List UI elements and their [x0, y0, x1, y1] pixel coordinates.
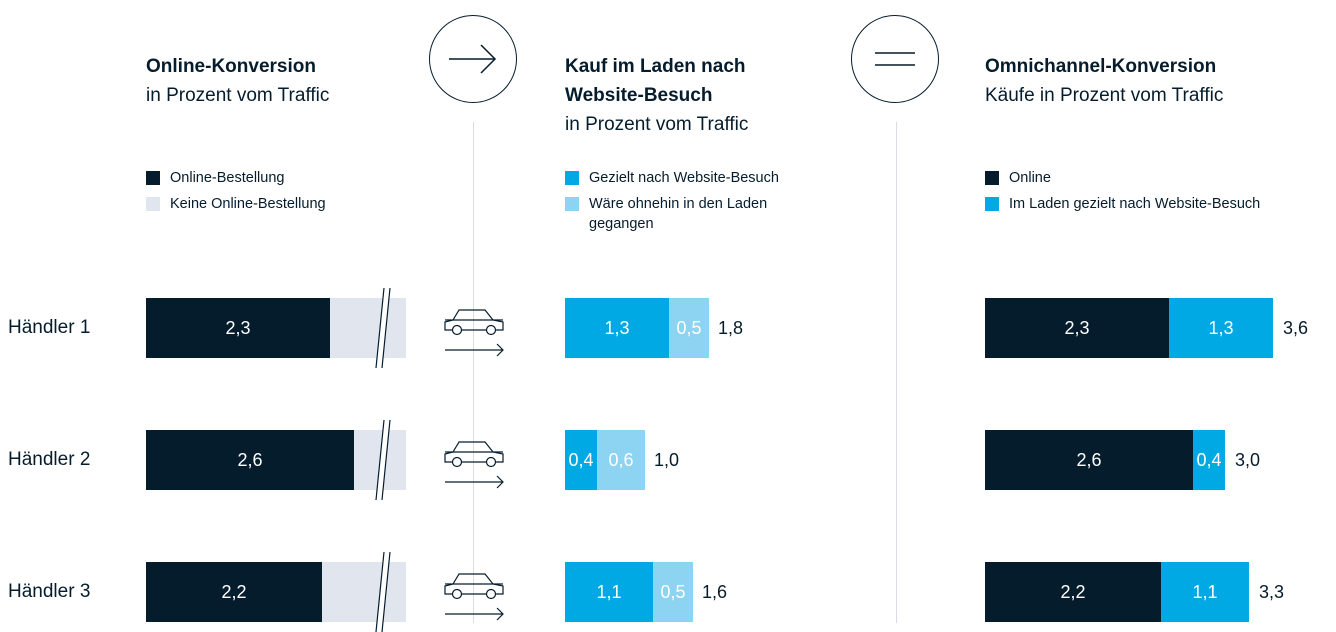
online-subtitle: in Prozent vom Traffic [146, 85, 330, 106]
legend-swatch [146, 171, 160, 185]
online-title: Online-Konversion [146, 56, 316, 77]
legend-label: Online [1009, 170, 1051, 186]
axis-break-icon [375, 419, 391, 501]
omni-subtitle: Käufe in Prozent vom Traffic [985, 85, 1224, 106]
omni-online-bar: 2,6 [985, 430, 1193, 490]
legend-label: Online-Bestellung [170, 170, 285, 186]
omni-store-bar: 1,1 [1161, 562, 1249, 622]
separator-line-left [473, 122, 474, 623]
legend-swatch [565, 171, 579, 185]
online-order-bar: 2,6 [146, 430, 354, 490]
legend-swatch [565, 197, 579, 211]
legend-label-line2: gegangen [589, 216, 654, 232]
store-total-label: 1,6 [702, 582, 728, 602]
online-order-bar: 2,2 [146, 562, 322, 622]
store-targeted-bar: 1,1 [565, 562, 653, 622]
store-total-label: 1,8 [718, 318, 744, 338]
legend-swatch [985, 171, 999, 185]
store-subtitle: in Prozent vom Traffic [565, 114, 749, 135]
store-targeted-bar: 1,3 [565, 298, 669, 358]
omni-total-label: 3,0 [1235, 450, 1261, 470]
equals-circle-icon [851, 15, 939, 103]
legend-item-would-have-gone: Wäre ohnehin in den Laden gegangen [565, 194, 779, 234]
omni-store-bar: 1,3 [1169, 298, 1273, 358]
store-total-label: 1,0 [654, 450, 680, 470]
axis-break-icon [375, 551, 391, 632]
legend-item-online-order: Online-Bestellung [146, 168, 326, 188]
omni-panel-title: Omnichannel-Konversion Käufe in Prozent … [985, 52, 1223, 110]
legend-label: Im Laden gezielt nach Website-Besuch [1009, 196, 1261, 212]
store-targeted-bar: 0,4 [565, 430, 597, 490]
online-panel-title: Online-Konversion in Prozent vom Traffic [146, 52, 329, 110]
online-order-bar: 2,3 [146, 298, 330, 358]
store-legend: Gezielt nach Website-Besuch Wäre ohnehin… [565, 168, 779, 240]
legend-item-targeted: Gezielt nach Website-Besuch [565, 168, 779, 188]
omni-legend: Online Im Laden gezielt nach Website-Bes… [985, 168, 1260, 220]
legend-item-online: Online [985, 168, 1260, 188]
row-label-haendler-3: Händler 3 [8, 581, 91, 602]
legend-label: Wäre ohnehin in den Laden [589, 196, 768, 212]
store-title-line2: Website-Besuch [565, 85, 713, 106]
omni-online-bar: 2,2 [985, 562, 1161, 622]
store-anyway-bar: 0,5 [653, 562, 693, 622]
legend-label: Keine Online-Bestellung [170, 196, 326, 212]
store-anyway-bar: 0,6 [597, 430, 645, 490]
omni-online-bar: 2,3 [985, 298, 1169, 358]
store-panel-title: Kauf im Laden nach Website-Besuch in Pro… [565, 52, 748, 139]
axis-break-icon [375, 287, 391, 369]
online-legend: Online-Bestellung Keine Online-Bestellun… [146, 168, 326, 220]
row-label-haendler-1: Händler 1 [8, 317, 91, 338]
car-arrow-icon [444, 441, 504, 489]
no-online-order-bar [322, 562, 406, 622]
legend-swatch [146, 197, 160, 211]
omni-title: Omnichannel-Konversion [985, 56, 1217, 77]
store-anyway-bar: 0,5 [669, 298, 709, 358]
arrow-right-circle-icon [429, 15, 517, 103]
legend-swatch [985, 197, 999, 211]
omni-store-bar: 0,4 [1193, 430, 1225, 490]
omni-total-label: 3,6 [1283, 318, 1309, 338]
store-title-line1: Kauf im Laden nach [565, 56, 746, 77]
omni-total-label: 3,3 [1259, 582, 1285, 602]
row-label-haendler-2: Händler 2 [8, 449, 91, 470]
separator-line-right [896, 122, 897, 623]
legend-item-store-targeted: Im Laden gezielt nach Website-Besuch [985, 194, 1260, 214]
no-online-order-bar [330, 298, 406, 358]
legend-item-no-online-order: Keine Online-Bestellung [146, 194, 326, 214]
car-arrow-icon [444, 573, 504, 621]
car-arrow-icon [444, 309, 504, 357]
legend-label: Gezielt nach Website-Besuch [589, 170, 779, 186]
